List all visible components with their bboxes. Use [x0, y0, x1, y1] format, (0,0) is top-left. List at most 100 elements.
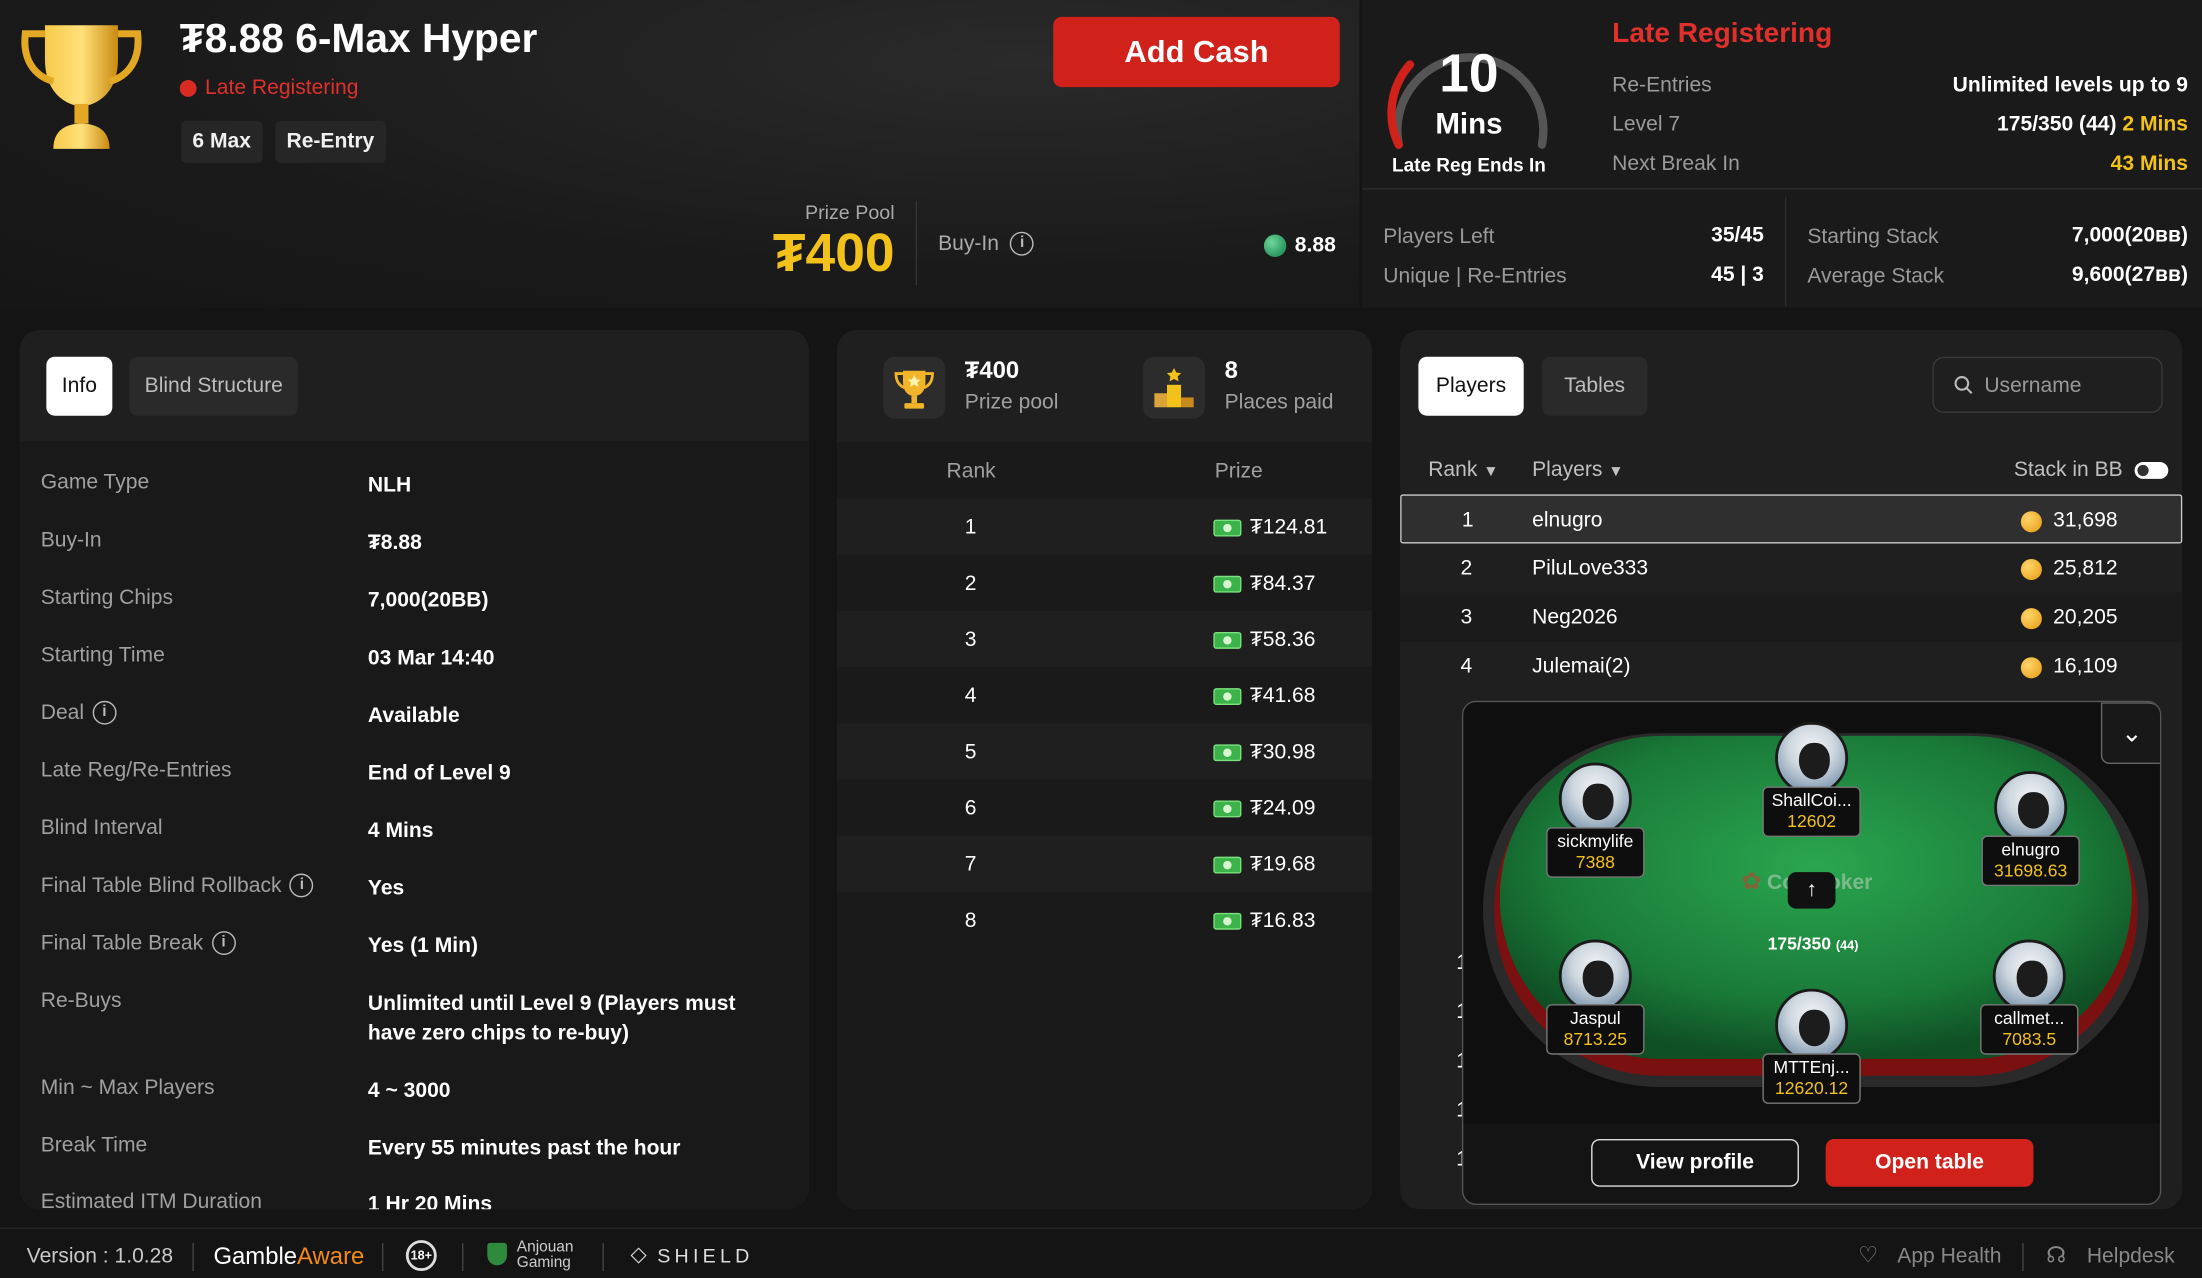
cash-icon — [1213, 912, 1242, 930]
divider — [915, 200, 918, 286]
gambleaware-logo[interactable]: GambleAware — [213, 1243, 364, 1271]
info-label: Starting Time — [40, 643, 165, 668]
seat-nameplate: elnugro 31698.63 — [1981, 835, 2080, 887]
app-health-link[interactable]: App Health — [1897, 1244, 2001, 1268]
helpdesk-link[interactable]: Helpdesk — [2087, 1244, 2175, 1268]
seat-nameplate: MTTEnj... 12620.12 — [1762, 1053, 1861, 1104]
prize-rank: 3 — [964, 627, 977, 652]
info-icon[interactable]: i — [92, 700, 117, 725]
tab-players[interactable]: Players — [1418, 356, 1524, 416]
seat-stack: 31698.63 — [1994, 860, 2068, 881]
chevron-down-icon: ⌄ — [2121, 718, 2143, 747]
search-input[interactable]: Username — [1932, 356, 2163, 413]
timer-label: Late Reg Ends In — [1392, 154, 1546, 176]
re-entries-label: Re-Entries — [1612, 73, 1712, 97]
info-icon[interactable]: i — [211, 931, 236, 955]
prize-panel: ₮400 Prize pool 8 Places paid Rank Prize… — [836, 330, 1373, 1210]
tab-info[interactable]: Info — [46, 356, 113, 416]
seat-player[interactable]: elnugro 31698.63 — [1981, 771, 2080, 887]
info-value: 7,000(20BB) — [367, 588, 489, 613]
player-name: PiluLove333 — [1532, 556, 1649, 581]
prize-value: ₮124.81 — [1249, 515, 1328, 540]
seat-name: Jaspul — [1569, 1008, 1621, 1029]
player-row[interactable]: 3 Neg2026 20,205 — [1400, 592, 2183, 642]
tab-blind-structure[interactable]: Blind Structure — [129, 356, 299, 416]
prize-value: ₮58.36 — [1249, 627, 1316, 652]
seat-stack: 8713.25 — [1563, 1029, 1628, 1050]
seat-player[interactable]: ShallCoi... 12602 — [1762, 721, 1861, 838]
status-dot-icon — [179, 79, 197, 97]
status-late-registering: Late Registering — [179, 75, 359, 100]
penguin-avatar-icon — [1558, 762, 1632, 836]
info-label: Deal i — [40, 700, 117, 725]
info-icon[interactable]: i — [1010, 231, 1035, 256]
prize-pool-caption: Prize pool — [964, 390, 1059, 415]
stack-bb-toggle[interactable]: Stack in BB — [2014, 458, 2168, 482]
trophy-icon — [21, 25, 142, 149]
shield-logo[interactable]: SHIELD — [657, 1244, 753, 1266]
player-name: Julemai(2) — [1532, 654, 1631, 679]
player-row[interactable]: 4 Julemai(2) 16,109 — [1400, 642, 2182, 691]
info-panel: Info Blind Structure Game Type NLH Buy-In… — [19, 330, 809, 1210]
player-name: elnugro — [1532, 508, 1603, 533]
info-value: 4 Mins — [367, 818, 434, 843]
anjouan-gaming-logo[interactable]: Anjouan Gaming — [517, 1239, 574, 1271]
view-profile-button[interactable]: View profile — [1591, 1138, 1799, 1187]
info-value: NLH — [367, 473, 412, 498]
seat-nameplate: Jaspul 8713.25 — [1546, 1004, 1645, 1055]
cash-icon — [1213, 632, 1242, 649]
chip-icon — [2020, 510, 2042, 532]
caret-down-icon: ▼ — [1483, 463, 1499, 481]
player-rank: 1 — [1461, 508, 1474, 533]
prize-row: 2 ₮84.37 — [837, 555, 1372, 611]
cash-icon — [1213, 800, 1242, 818]
info-label: Starting Chips — [40, 585, 174, 610]
status-label: Late Registering — [205, 75, 359, 100]
seat-player[interactable]: callmet... 7083.5 — [1980, 939, 2079, 1055]
info-label: Estimated ITM Duration — [40, 1189, 262, 1210]
info-label: Late Reg/Re-Entries — [40, 758, 232, 783]
col-stack: Stack in BB — [2013, 457, 2123, 482]
info-label-text: Deal — [40, 700, 85, 725]
prize-table-header: Rank Prize — [837, 442, 1372, 498]
seat-name: MTTEnj... — [1773, 1057, 1850, 1078]
level-blinds: 175/350 (44) — [1997, 112, 2117, 137]
prize-rank: 2 — [964, 571, 977, 596]
penguin-avatar-icon — [1992, 939, 2066, 1013]
info-label: Game Type — [40, 470, 150, 495]
penguin-avatar-icon — [1775, 721, 1849, 795]
seat-player[interactable]: sickmylife 7388 — [1546, 762, 1645, 878]
sort-rank[interactable]: Rank ▼ — [1428, 458, 1498, 482]
seat-player[interactable]: Jaspul 8713.25 — [1546, 939, 1645, 1055]
toggle-switch[interactable] — [2133, 462, 2168, 479]
info-label: Break Time — [40, 1133, 148, 1158]
col-rank: Rank — [946, 459, 996, 484]
add-cash-button[interactable]: Add Cash — [1053, 16, 1340, 88]
seat-nameplate: callmet... 7083.5 — [1980, 1004, 2079, 1055]
unique-reentries-value: 45 | 3 — [1711, 262, 1764, 287]
player-stack: 20,205 — [2020, 605, 2118, 629]
tab-tables[interactable]: Tables — [1541, 356, 1648, 416]
seat-stack: 12602 — [1787, 811, 1836, 832]
seat-stack: 7388 — [1575, 852, 1615, 873]
cash-icon — [1213, 688, 1242, 706]
info-value: 03 Mar 14:40 — [367, 646, 495, 670]
unique-reentries-label: Unique | Re-Entries — [1383, 264, 1567, 288]
seat-name: sickmylife — [1557, 831, 1634, 852]
collapse-chevron-button[interactable]: ⌄ — [2100, 702, 2160, 764]
prize-amount: ₮30.98 — [1213, 740, 1315, 764]
info-icon[interactable]: i — [289, 873, 314, 898]
tag-6max: 6 Max — [181, 120, 263, 163]
player-row[interactable]: 1 elnugro 31,698 — [1400, 494, 2183, 544]
open-table-button[interactable]: Open table — [1825, 1138, 2034, 1187]
prize-amount: ₮19.68 — [1213, 852, 1315, 876]
player-row[interactable]: 2 PiluLove333 25,812 — [1400, 544, 2182, 593]
cash-icon — [1213, 575, 1242, 593]
table-preview-popup: ✿CoinPoker ↑ 175/350 (44) ShallCoi...126… — [1461, 700, 2162, 1205]
info-label: Buy-In — [40, 528, 102, 552]
ante-text: (44) — [1835, 938, 1859, 953]
search-icon — [1954, 376, 1973, 394]
seat-player[interactable]: MTTEnj... 12620.12 — [1762, 988, 1861, 1104]
sort-players[interactable]: Players ▼ — [1532, 458, 1623, 482]
arrow-up-icon[interactable]: ↑ — [1787, 872, 1836, 909]
